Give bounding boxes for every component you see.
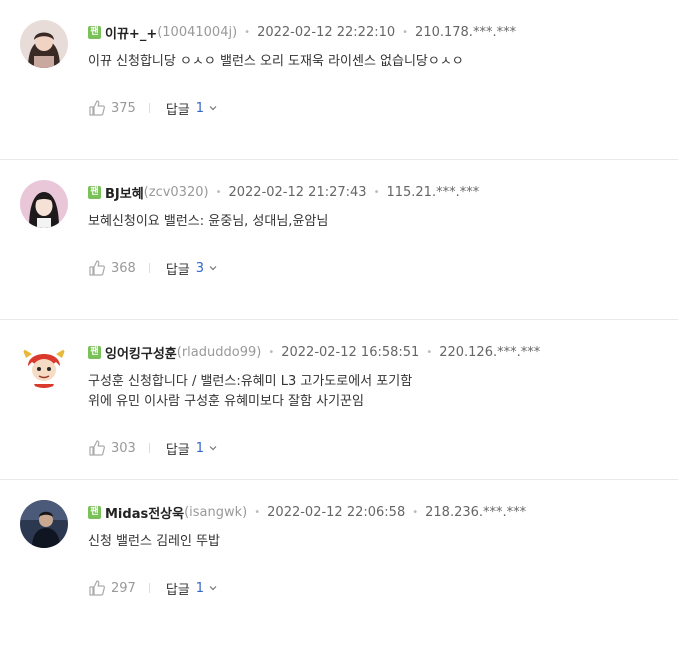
comment-date: 2022-02-12 22:06:58 xyxy=(267,504,406,520)
chevron-down-icon xyxy=(209,104,217,112)
comment-line: 위에 유민 이사람 구성훈 유혜미보다 잘함 사기꾼임 xyxy=(88,394,364,409)
fan-badge: 팬 xyxy=(88,505,101,519)
separator-dot: • xyxy=(373,186,380,198)
nickname[interactable]: BJ보혜 xyxy=(105,183,144,202)
reply-label: 답글 xyxy=(165,262,190,278)
chevron-down-icon xyxy=(209,264,217,272)
fan-badge: 팬 xyxy=(88,25,101,39)
comment-actions: 303 답글 1 xyxy=(88,439,217,458)
avatar[interactable] xyxy=(20,20,68,68)
reply-label: 답글 xyxy=(165,442,190,458)
avatar-image xyxy=(20,20,68,68)
like-count: 303 xyxy=(111,440,136,456)
comment-meta: 팬 BJ보혜 (zcv0320) • 2022-02-12 21:27:43 •… xyxy=(88,183,480,202)
reply-count: 3 xyxy=(195,260,205,276)
like-count: 368 xyxy=(111,260,136,276)
like-count: 375 xyxy=(111,100,136,116)
reply-count: 1 xyxy=(195,580,205,596)
comment-line: 보혜신청이요 밸런스: 윤중님, 성대님,윤암님 xyxy=(88,214,329,229)
nickname[interactable]: 이뀨+_+ xyxy=(105,23,157,42)
comment-actions: 368 답글 3 xyxy=(88,259,217,278)
thumbs-up-icon[interactable] xyxy=(88,259,106,277)
divider xyxy=(148,103,150,113)
comment-item: 팬 Midas전상욱 (isangwk) • 2022-02-12 22:06:… xyxy=(0,480,678,640)
comment-date: 2022-02-12 21:27:43 xyxy=(228,184,367,200)
thumbs-up-icon[interactable] xyxy=(88,99,106,117)
comment-body: 보혜신청이요 밸런스: 윤중님, 성대님,윤암님 xyxy=(88,212,328,232)
ip-address: 220.126.***.*** xyxy=(439,344,541,360)
comment-line: 구성훈 신청합니다 / 밸런스:유혜미 L3 고가도로에서 포기함 xyxy=(88,374,413,389)
reply-toggle-button[interactable]: 답글 3 xyxy=(166,259,217,278)
comment-body: 신청 밸런스 김레인 뚜밥 xyxy=(88,532,220,552)
comment-actions: 297 답글 1 xyxy=(88,579,217,598)
comment-meta: 팬 잉어킹구성훈 (rladuddo99) • 2022-02-12 16:58… xyxy=(88,343,541,362)
separator-dot: • xyxy=(426,346,433,358)
user-id: (rladuddo99) xyxy=(176,344,262,360)
comment-item: 팬 이뀨+_+ (10041004j) • 2022-02-12 22:22:1… xyxy=(0,0,678,160)
comment-date: 2022-02-12 16:58:51 xyxy=(281,344,420,360)
comment-item: 팬 잉어킹구성훈 (rladuddo99) • 2022-02-12 16:58… xyxy=(0,320,678,480)
divider xyxy=(148,263,150,273)
separator-dot: • xyxy=(215,186,222,198)
user-id: (10041004j) xyxy=(157,24,238,40)
user-id: (isangwk) xyxy=(184,504,248,520)
ip-address: 115.21.***.*** xyxy=(386,184,480,200)
reply-count: 1 xyxy=(195,440,205,456)
fan-badge: 팬 xyxy=(88,345,101,359)
comment-meta: 팬 Midas전상욱 (isangwk) • 2022-02-12 22:06:… xyxy=(88,503,527,522)
separator-dot: • xyxy=(402,26,409,38)
avatar-image xyxy=(20,180,68,228)
comment-body: 구성훈 신청합니다 / 밸런스:유혜미 L3 고가도로에서 포기함위에 유민 이… xyxy=(88,372,412,412)
nickname[interactable]: 잉어킹구성훈 xyxy=(105,343,177,362)
reply-count: 1 xyxy=(195,100,205,116)
separator-dot: • xyxy=(244,26,251,38)
comment-item: 팬 BJ보혜 (zcv0320) • 2022-02-12 21:27:43 •… xyxy=(0,160,678,320)
ip-address: 218.236.***.*** xyxy=(425,504,527,520)
chevron-down-icon xyxy=(209,444,217,452)
comment-actions: 375 답글 1 xyxy=(88,99,217,118)
divider xyxy=(148,443,150,453)
avatar[interactable] xyxy=(20,340,68,388)
thumbs-up-icon[interactable] xyxy=(88,439,106,457)
reply-toggle-button[interactable]: 답글 1 xyxy=(166,439,217,458)
reply-label: 답글 xyxy=(165,582,190,598)
separator-dot: • xyxy=(412,506,419,518)
separator-dot: • xyxy=(268,346,275,358)
avatar-image xyxy=(20,340,68,388)
comment-line: 신청 밸런스 김레인 뚜밥 xyxy=(88,534,220,549)
chevron-down-icon xyxy=(209,584,217,592)
fan-badge: 팬 xyxy=(88,185,101,199)
avatar[interactable] xyxy=(20,500,68,548)
thumbs-up-icon[interactable] xyxy=(88,579,106,597)
comment-date: 2022-02-12 22:22:10 xyxy=(257,24,396,40)
separator-dot: • xyxy=(254,506,261,518)
like-count: 297 xyxy=(111,580,136,596)
ip-address: 210.178.***.*** xyxy=(415,24,517,40)
nickname[interactable]: Midas전상욱 xyxy=(105,503,184,522)
reply-toggle-button[interactable]: 답글 1 xyxy=(166,99,217,118)
avatar[interactable] xyxy=(20,180,68,228)
divider xyxy=(148,583,150,593)
avatar-image xyxy=(20,500,68,548)
reply-label: 답글 xyxy=(165,102,190,118)
user-id: (zcv0320) xyxy=(143,184,209,200)
reply-toggle-button[interactable]: 답글 1 xyxy=(166,579,217,598)
comment-line: 이뀨 신청합니당 ㅇㅅㅇ 밸런스 오리 도재욱 라이센스 없습니당ㅇㅅㅇ xyxy=(88,54,464,69)
comment-meta: 팬 이뀨+_+ (10041004j) • 2022-02-12 22:22:1… xyxy=(88,23,517,42)
comment-body: 이뀨 신청합니당 ㅇㅅㅇ 밸런스 오리 도재욱 라이센스 없습니당ㅇㅅㅇ xyxy=(88,52,464,72)
